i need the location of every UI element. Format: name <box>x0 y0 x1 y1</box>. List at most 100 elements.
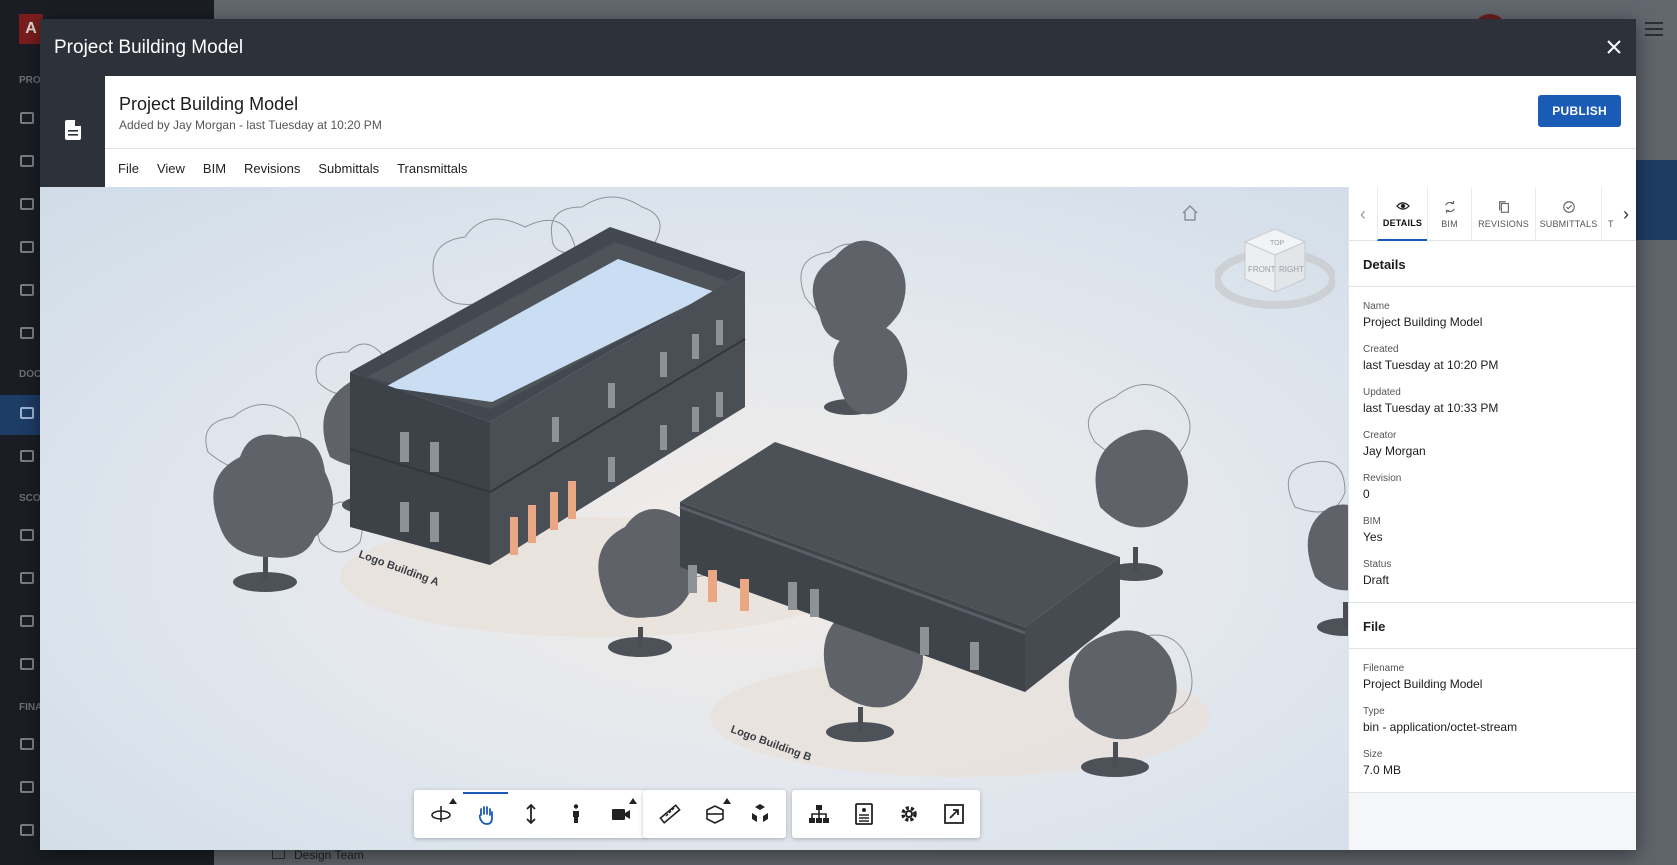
menu-revisions[interactable]: Revisions <box>244 161 300 176</box>
field-label: Status <box>1363 559 1392 570</box>
field-value: bin - application/octet-stream <box>1363 720 1518 734</box>
tab-details-label: DETAILS <box>1382 217 1423 228</box>
model-viewer[interactable]: Logo Building A Logo Building B TOP FRON… <box>40 187 1348 850</box>
settings-toolbar <box>792 790 980 838</box>
camera-tool[interactable] <box>598 792 643 836</box>
folder-icon <box>272 849 285 859</box>
field-value: last Tuesday at 10:33 PM <box>1363 401 1499 415</box>
tab-bim[interactable]: BIM <box>1427 187 1471 241</box>
first-person-tool[interactable] <box>553 792 598 836</box>
properties-tool[interactable] <box>841 792 886 836</box>
field-label: Type <box>1363 706 1385 717</box>
camera-icon <box>611 809 630 820</box>
field-label: Updated <box>1363 387 1401 398</box>
bg-clock-icon <box>20 658 34 670</box>
field-size: Size 7.0 MB <box>1363 743 1623 777</box>
check-circle-icon <box>1562 200 1575 213</box>
tab-submittals[interactable]: SUBMITTALS <box>1535 187 1601 241</box>
bg-file-icon <box>20 327 34 339</box>
menu-icon <box>1645 22 1663 36</box>
bg-doc-icon <box>20 241 34 253</box>
tab-revisions[interactable]: REVISIONS <box>1471 187 1535 241</box>
bg-documents-icon <box>20 407 34 419</box>
settings-icon <box>900 806 917 822</box>
viewcube-top-label: TOP <box>1270 240 1285 247</box>
field-value: Project Building Model <box>1363 677 1483 691</box>
menu-view[interactable]: View <box>157 161 185 176</box>
publish-button[interactable]: PUBLISH <box>1538 95 1621 127</box>
field-value: Draft <box>1363 573 1390 587</box>
section-tool[interactable] <box>692 792 737 836</box>
field-label: BIM <box>1363 516 1381 527</box>
tab-transmittals-label: T <box>1608 218 1614 229</box>
tabs-prev-button[interactable]: ‹ <box>1349 187 1377 241</box>
field-updated: Updated last Tuesday at 10:33 PM <box>1363 381 1623 415</box>
bg-section-label: SCO <box>19 493 41 504</box>
home-icon[interactable] <box>1180 203 1200 223</box>
close-button[interactable] <box>1602 35 1626 59</box>
properties-icon <box>854 803 873 825</box>
bg-invoice-icon <box>20 572 34 584</box>
pan-tool[interactable] <box>463 792 508 836</box>
viewcube[interactable]: TOP FRONT RIGHT <box>1215 217 1335 312</box>
tab-details[interactable]: DETAILS <box>1377 187 1427 241</box>
field-label: Creator <box>1363 430 1397 441</box>
sync-icon <box>1444 200 1455 213</box>
bg-schedule-icon <box>20 615 34 627</box>
measure-tool[interactable] <box>647 792 692 836</box>
file-fields: Filename Project Building Model Type bin -… <box>1349 649 1636 792</box>
bg-check-icon <box>20 284 34 296</box>
file-title: File <box>1349 603 1636 649</box>
dolly-tool[interactable] <box>508 792 553 836</box>
orbit-tool[interactable] <box>418 792 463 836</box>
file-section: File Filename Project Building Model Type… <box>1349 603 1636 793</box>
first-person-icon <box>572 804 579 823</box>
field-label: Filename <box>1363 663 1405 674</box>
menu-submittals[interactable]: Submittals <box>318 161 379 176</box>
orbit-icon <box>430 806 451 822</box>
bg-section-label: FINA <box>19 702 43 713</box>
panel-body: Details Name Project Building Model Creat… <box>1349 241 1636 850</box>
settings-tool[interactable] <box>886 792 931 836</box>
menu-transmittals[interactable]: Transmittals <box>397 161 467 176</box>
explode-tool[interactable] <box>737 792 782 836</box>
pan-icon <box>478 806 493 825</box>
document-icon <box>64 120 81 140</box>
tab-submittals-label: SUBMITTALS <box>1539 218 1598 229</box>
document-header: Project Building Model Added by Jay Morg… <box>40 76 1636 187</box>
bg-section-label: PRO <box>19 75 41 86</box>
field-creator: Creator Jay Morgan <box>1363 424 1623 458</box>
dolly-icon <box>525 803 536 825</box>
viewcube-right-label: RIGHT <box>1279 265 1304 274</box>
close-icon <box>1607 40 1621 54</box>
panel-tabs: ‹ DETAILS BIM REVISIONS SUBMITTALS T › <box>1349 187 1636 241</box>
bg-dashboard-icon <box>20 738 34 750</box>
bg-people-icon <box>20 198 34 210</box>
tabs-next-button[interactable]: › <box>1615 187 1636 241</box>
details-title: Details <box>1349 241 1636 287</box>
details-panel: ‹ DETAILS BIM REVISIONS SUBMITTALS T › D… <box>1348 187 1636 850</box>
bg-cart-icon <box>20 529 34 541</box>
field-value: Yes <box>1363 530 1383 544</box>
bg-ledger-icon <box>20 781 34 793</box>
field-type: Type bin - application/octet-stream <box>1363 700 1623 734</box>
field-value: last Tuesday at 10:20 PM <box>1363 358 1499 372</box>
field-created: Created last Tuesday at 10:20 PM <box>1363 338 1623 372</box>
menu-file[interactable]: File <box>118 161 139 176</box>
document-title: Project Building Model <box>119 94 299 114</box>
details-section: Details Name Project Building Model Creat… <box>1349 241 1636 603</box>
field-revision: Revision 0 <box>1363 467 1623 501</box>
field-name: Name Project Building Model <box>1363 295 1623 329</box>
modal-header: Project Building Model <box>40 19 1636 76</box>
field-label: Size <box>1363 749 1383 760</box>
fullscreen-tool[interactable] <box>931 792 976 836</box>
field-value: 0 <box>1363 487 1370 501</box>
building-model-scene[interactable]: Logo Building A Logo Building B <box>40 187 1348 850</box>
bg-hierarchy-icon <box>20 155 34 167</box>
model-browser-tool[interactable] <box>796 792 841 836</box>
menu-bim[interactable]: BIM <box>203 161 226 176</box>
field-bim: BIM Yes <box>1363 510 1623 544</box>
doc-icon-column <box>40 76 105 187</box>
eye-icon <box>1395 201 1410 210</box>
tab-bim-label: BIM <box>1441 218 1458 229</box>
